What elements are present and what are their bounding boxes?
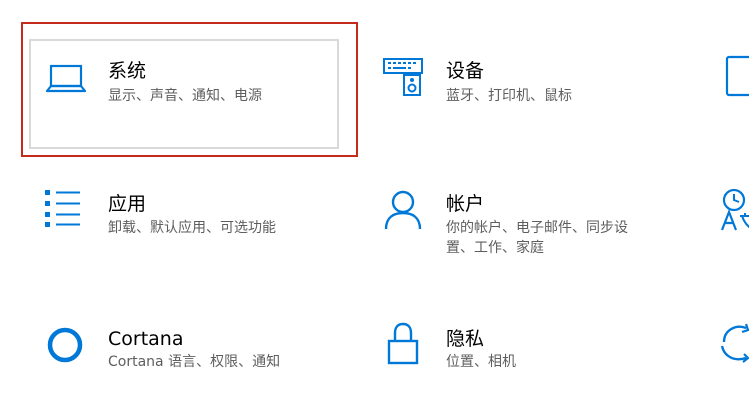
tile-accounts-title: 帐户 xyxy=(446,193,485,215)
tile-devices[interactable]: 设备 蓝牙、打印机、鼠标 xyxy=(380,40,680,148)
tile-accounts[interactable]: 帐户 你的帐户、电子邮件、同步设置、工作、家庭 xyxy=(380,175,680,283)
tile-privacy-title: 隐私 xyxy=(446,328,485,350)
tile-apps-title: 应用 xyxy=(108,193,147,215)
cortana-circle-icon xyxy=(47,327,83,363)
update-icon[interactable] xyxy=(720,322,749,363)
tile-apps[interactable]: 应用 卸载、默认应用、可选功能 xyxy=(30,175,338,283)
tile-privacy-desc: 位置、相机 xyxy=(446,354,516,370)
tile-accounts-desc: 你的帐户、电子邮件、同步设置、工作、家庭 xyxy=(446,220,628,256)
tile-cortana[interactable]: Cortana Cortana 语言、权限、通知 xyxy=(30,310,338,390)
tile-cortana-desc: Cortana 语言、权限、通知 xyxy=(108,354,281,370)
tile-devices-desc: 蓝牙、打印机、鼠标 xyxy=(446,88,572,104)
app-list-icon xyxy=(45,190,81,228)
tile-privacy[interactable]: 隐私 位置、相机 xyxy=(380,310,680,390)
tile-system-desc: 显示、声音、通知、电源 xyxy=(108,88,262,104)
lock-icon xyxy=(387,322,419,365)
laptop-icon xyxy=(45,64,87,94)
keyboard-speaker-icon xyxy=(383,58,423,96)
tile-system-title: 系统 xyxy=(108,60,147,82)
phone-icon[interactable] xyxy=(725,55,749,97)
time-language-icon[interactable] xyxy=(720,188,749,232)
person-icon xyxy=(384,190,422,230)
tile-cortana-title: Cortana xyxy=(108,328,184,350)
tile-devices-title: 设备 xyxy=(446,60,485,82)
tile-apps-desc: 卸载、默认应用、可选功能 xyxy=(108,220,276,236)
tile-system[interactable]: 系统 显示、声音、通知、电源 xyxy=(30,40,338,148)
